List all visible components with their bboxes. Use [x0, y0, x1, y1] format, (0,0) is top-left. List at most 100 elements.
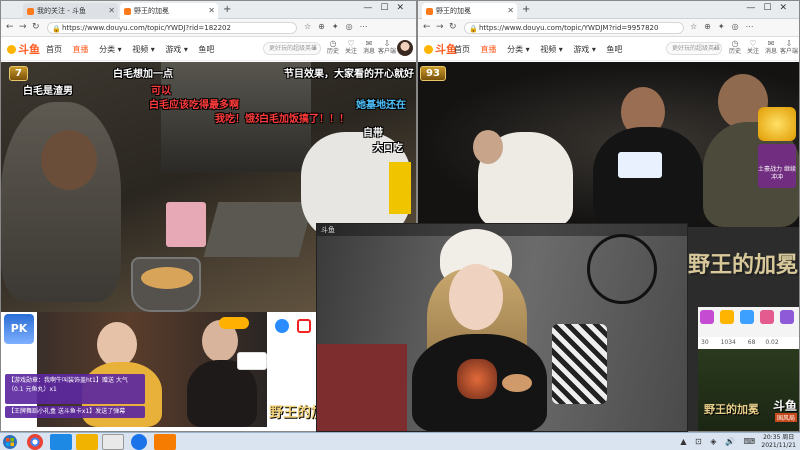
gift-icon[interactable] [720, 310, 734, 324]
stat-value: 1034 [720, 339, 736, 346]
gift-card[interactable] [237, 352, 267, 370]
nav-home[interactable]: 首页 [454, 45, 470, 54]
nav-category[interactable]: 分类 ▾ [507, 45, 530, 54]
tag-icon [219, 317, 249, 329]
nav-video[interactable]: 视频 ▾ [132, 45, 155, 54]
clock-icon: ◷ [731, 39, 739, 48]
search-input[interactable]: 更好玩的超级英雄 ⌕ [263, 42, 321, 55]
gift-icon[interactable] [780, 310, 794, 324]
heart-icon: ♡ [749, 39, 757, 48]
danmaku: 自带 [363, 128, 383, 139]
clock-icon: ◷ [329, 39, 337, 48]
new-tab-icon[interactable]: + [223, 4, 231, 15]
search-icon[interactable]: ⌕ [313, 43, 316, 54]
close-tab-icon[interactable]: ✕ [208, 3, 215, 19]
nav-video[interactable]: 视频 ▾ [540, 45, 563, 54]
site-nav: 首页 直播 分类 ▾ 视频 ▾ 游戏 ▾ 鱼吧 [454, 44, 630, 55]
gift-row [271, 314, 318, 340]
explorer-icon[interactable] [76, 434, 98, 450]
media-player-icon[interactable] [102, 434, 124, 450]
nav-home[interactable]: 首页 [46, 45, 62, 54]
close-tab-icon[interactable]: ✕ [507, 3, 514, 19]
tab-label: 野王的加冕 [134, 7, 169, 15]
pip-titlebar[interactable]: 斗鱼 [317, 224, 687, 236]
pk-badge[interactable]: PK [4, 314, 34, 344]
nav-live[interactable]: 直播 [73, 45, 89, 54]
edge-icon[interactable] [131, 434, 147, 450]
nav-live[interactable]: 直播 [481, 45, 497, 54]
search-icon[interactable]: ⌕ [714, 43, 717, 54]
messages-button[interactable]: ✉ 消息 [762, 40, 780, 56]
history-button[interactable]: ◷ 历史 [726, 40, 744, 56]
stats-bar: 30 1034 68 0.02 [698, 337, 799, 349]
patterned-pillow [552, 324, 607, 404]
nav-yuba[interactable]: 鱼吧 [198, 45, 214, 54]
forward-icon[interactable]: → [436, 22, 444, 32]
new-tab-icon[interactable]: + [522, 4, 530, 15]
night-stream-video[interactable]: 93 土豪战力 继续冲冲 [418, 62, 799, 227]
follow-button[interactable]: ♡ 关注 [744, 40, 762, 56]
gift-icon[interactable] [760, 310, 774, 324]
douyu-logo[interactable]: 斗鱼 [7, 41, 40, 57]
site-nav: 首页 直播 分类 ▾ 视频 ▾ 游戏 ▾ 鱼吧 [46, 44, 222, 55]
client-button[interactable]: ⇩ 客户端 [378, 40, 396, 56]
back-icon[interactable]: ← [6, 22, 14, 32]
clock[interactable]: 20:35 周日 2021/11/21 [761, 434, 796, 450]
url-field[interactable]: 🔒 https://www.douyu.com/topic/YWDJM?rid=… [464, 22, 684, 34]
douyu-favicon [124, 8, 131, 15]
windows-start-icon[interactable] [3, 435, 17, 449]
rank-card[interactable]: 土豪战力 继续冲冲 [758, 144, 796, 188]
nav-games[interactable]: 游戏 ▾ [165, 45, 188, 54]
clock-date: 2021/11/21 [761, 442, 796, 449]
danmaku: 她基地还在 [356, 100, 406, 111]
gift-icon[interactable] [275, 319, 289, 333]
tab-topic[interactable]: 野王的加冕 ✕ [120, 3, 218, 19]
reload-icon[interactable]: ↻ [32, 22, 40, 32]
hot-badge: 93 [420, 66, 446, 81]
forward-icon[interactable]: → [19, 22, 27, 32]
tab-topic[interactable]: 野王的加冕 ✕ [422, 3, 517, 19]
douyu-logo[interactable]: 斗鱼 [424, 41, 457, 57]
tab-following[interactable]: 我的关注 - 斗鱼 ✕ [23, 3, 118, 19]
url-text: https://www.douyu.com/topic/YWDJM?rid=99… [479, 24, 659, 32]
system-tray[interactable]: ▲ ⊡ ◈ 🔊 ⌨ [680, 437, 758, 446]
follow-button[interactable]: ♡ 关注 [342, 40, 360, 56]
toolbar-icons[interactable]: ☆⊕✦◎⋯ [690, 22, 761, 31]
ie-icon[interactable] [50, 434, 72, 450]
show-watermark: 野王的加冕 [269, 405, 319, 421]
download-icon: ⇩ [785, 39, 793, 48]
gift-icon[interactable] [700, 310, 714, 324]
chrome-icon[interactable] [27, 434, 43, 450]
app-icon[interactable] [154, 434, 176, 450]
back-icon[interactable]: ← [423, 22, 431, 32]
danmaku: 白毛应该吃得最多啊 [149, 100, 239, 111]
history-button[interactable]: ◷ 历史 [324, 40, 342, 56]
camp-stove [203, 202, 314, 257]
messages-button[interactable]: ✉ 消息 [360, 40, 378, 56]
nav-games[interactable]: 游戏 ▾ [573, 45, 596, 54]
gift-icon[interactable] [740, 310, 754, 324]
taskbar: ▲ ⊡ ◈ 🔊 ⌨ 20:35 周日 2021/11/21 [0, 432, 800, 450]
danmaku: 可以 [151, 86, 171, 97]
close-gift-icon[interactable] [297, 319, 311, 333]
pip-camera-window[interactable]: 斗鱼 [316, 223, 688, 432]
bell-icon: ✉ [767, 39, 775, 48]
hand [502, 374, 532, 392]
toolbar-icons[interactable]: ☆⊕✦◎⋯ [304, 22, 375, 31]
address-bar-row: ← → ↻ 🔒 https://www.douyu.com/topic/YWDJ… [418, 19, 799, 37]
window-controls[interactable]: —☐✕ [746, 3, 795, 13]
avatar[interactable] [397, 40, 413, 56]
event-badge-icon[interactable] [758, 107, 796, 141]
streamer-head [41, 130, 97, 190]
close-tab-icon[interactable]: ✕ [108, 3, 115, 19]
client-button[interactable]: ⇩ 客户端 [780, 40, 798, 56]
url-field[interactable]: 🔒 https://www.douyu.com/topic/YWDJ?rid=1… [47, 22, 297, 34]
reload-icon[interactable]: ↻ [449, 22, 457, 32]
search-input[interactable]: 更好玩的超级英雄 ⌕ [666, 42, 722, 55]
douyu-logo: 斗鱼 [772, 399, 797, 413]
window-controls[interactable]: —☐✕ [363, 3, 412, 13]
noodles [141, 267, 193, 289]
host-face [449, 264, 503, 330]
nav-yuba[interactable]: 鱼吧 [606, 45, 622, 54]
nav-category[interactable]: 分类 ▾ [99, 45, 122, 54]
